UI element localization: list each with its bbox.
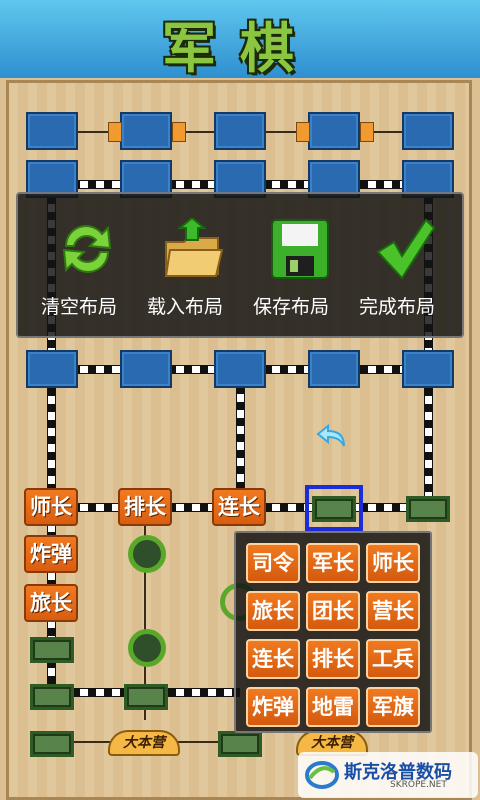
empty-position[interactable] (124, 684, 168, 710)
pick-piece-button[interactable]: 团长 (306, 591, 360, 631)
piece-picker: 司令 军长 师长 旅长 团长 营长 连长 排长 工兵 炸弹 地雷 军旗 (234, 531, 432, 733)
menu-item-label: 载入布局 (146, 296, 223, 318)
refresh-icon (62, 225, 112, 273)
empty-position[interactable] (30, 684, 74, 710)
selected-position-highlight (305, 485, 363, 531)
clear-layout-button[interactable]: 清空布局 (30, 218, 130, 328)
enemy-piece (308, 350, 360, 388)
placed-piece[interactable]: 排长 (118, 488, 172, 526)
empty-position[interactable] (218, 731, 262, 757)
menu-item-label: 完成布局 (358, 296, 435, 318)
enemy-piece (120, 112, 172, 150)
enemy-piece (26, 112, 78, 150)
placed-piece[interactable]: 连长 (212, 488, 266, 526)
pick-piece-button[interactable]: 司令 (246, 543, 300, 583)
title-bar: 军棋 (0, 0, 480, 80)
enemy-piece (120, 350, 172, 388)
placed-piece[interactable]: 旅长 (24, 584, 78, 622)
floppy-save-icon (271, 219, 329, 279)
brand-logo-icon (305, 761, 339, 789)
pick-piece-button[interactable]: 炸弹 (246, 687, 300, 727)
empty-position[interactable] (30, 637, 74, 663)
checkmark-icon (376, 218, 436, 280)
undo-icon[interactable] (314, 420, 350, 452)
pick-piece-button[interactable]: 军长 (306, 543, 360, 583)
load-layout-button[interactable]: 载入布局 (136, 218, 236, 328)
layout-menu: 清空布局 载入布局 保存布局 完成布局 (16, 192, 464, 338)
enemy-piece (308, 112, 360, 150)
enemy-headquarters-marker (108, 122, 122, 142)
placed-piece[interactable]: 炸弹 (24, 535, 78, 573)
camp-circle[interactable] (128, 629, 166, 667)
finish-layout-button[interactable]: 完成布局 (348, 218, 448, 328)
game-title: 军棋 (162, 17, 318, 80)
placed-piece[interactable]: 师长 (24, 488, 78, 526)
watermark-logo: 斯克洛普数码 SKROPE.NET (298, 752, 478, 798)
pick-piece-button[interactable]: 师长 (366, 543, 420, 583)
folder-load-icon (164, 218, 224, 277)
pick-piece-button[interactable]: 排长 (306, 639, 360, 679)
enemy-piece (402, 112, 454, 150)
brand-url: SKROPE.NET (390, 780, 447, 790)
menu-item-label: 保存布局 (252, 296, 329, 318)
enemy-piece (26, 350, 78, 388)
empty-position[interactable] (30, 731, 74, 757)
pick-piece-button[interactable]: 旅长 (246, 591, 300, 631)
save-layout-button[interactable]: 保存布局 (242, 218, 342, 328)
camp-circle[interactable] (128, 535, 166, 573)
enemy-piece (214, 350, 266, 388)
enemy-piece (402, 350, 454, 388)
menu-item-label: 清空布局 (40, 296, 117, 318)
pick-piece-button[interactable]: 营长 (366, 591, 420, 631)
pick-piece-button[interactable]: 军旗 (366, 687, 420, 727)
headquarters-label[interactable]: 大本营 (108, 730, 180, 756)
pick-piece-button[interactable]: 地雷 (306, 687, 360, 727)
enemy-headquarters-marker (360, 122, 374, 142)
enemy-headquarters-marker (296, 122, 310, 142)
empty-position[interactable] (406, 496, 450, 522)
pick-piece-button[interactable]: 工兵 (366, 639, 420, 679)
enemy-piece (214, 112, 266, 150)
pick-piece-button[interactable]: 连长 (246, 639, 300, 679)
enemy-headquarters-marker (172, 122, 186, 142)
